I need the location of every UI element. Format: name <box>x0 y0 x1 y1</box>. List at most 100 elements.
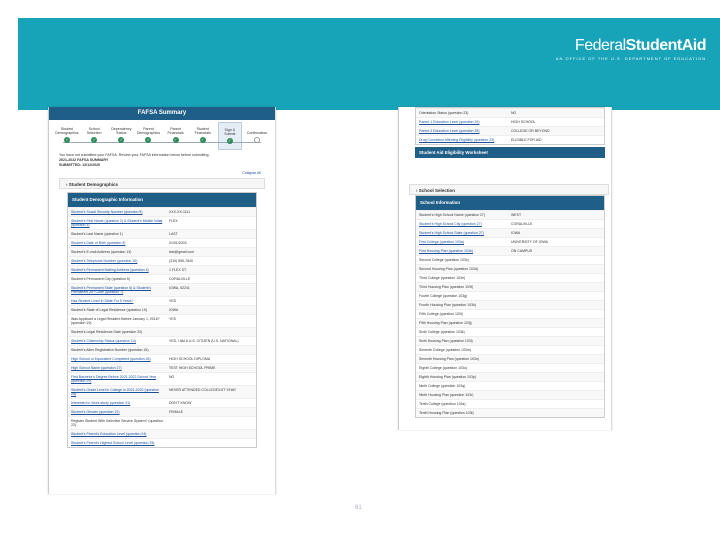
question-link[interactable]: Student's Parent's Education Level (ques… <box>68 430 166 438</box>
eligibility-rows: Orientation Status (question 23) NO Parent… <box>415 107 605 145</box>
answer-value: IOWA <box>511 231 521 235</box>
answer-value: UNIVERSITY OF IOWA <box>511 240 548 244</box>
table-row: Fifth Housing Plan (question 103j) <box>416 318 604 327</box>
question-link[interactable]: Student's Social Security Number (questi… <box>68 208 166 216</box>
question-label: Ninth Housing Plan (question 103r) <box>419 393 474 397</box>
question-label: Seventh Housing Plan (question 103n) <box>419 357 479 361</box>
question-link[interactable]: Student's Date of Birth (question 9) <box>68 239 166 247</box>
answer-value <box>508 328 604 336</box>
question-link[interactable]: Student's Telephone Number (question 10) <box>68 257 166 265</box>
progress-step[interactable]: Parent Demographics ✓ <box>136 122 160 150</box>
question-link[interactable]: Student's Permanent State (question 6) &… <box>68 284 166 296</box>
question-label: Student's Legal Residence Date (question… <box>71 330 143 334</box>
answer-value: DON'T KNOW <box>169 401 192 405</box>
check-icon: ✓ <box>118 137 125 143</box>
check-icon: ✓ <box>64 137 70 143</box>
table-row: Was Applicant a Legal Resident Before Ja… <box>68 314 256 327</box>
question-link[interactable]: Drug Conviction Affecting Eligibility (q… <box>416 136 508 144</box>
progress-step[interactable]: Dependency Status ✓ <box>109 122 133 150</box>
table-row: Tenth College (question 103s) <box>416 399 604 408</box>
question-link[interactable]: First College (question 103a) <box>416 238 508 246</box>
question-link[interactable]: Has Student Lived In State For 5 Years? <box>68 297 166 305</box>
table-row: Orientation Status (question 23) NO <box>416 108 604 117</box>
question-link[interactable]: Student's Grade Level in College in 2021… <box>68 386 166 398</box>
progress-step[interactable]: Parent Financials ✓ <box>164 122 188 150</box>
table-row: Sixth Housing Plan (question 103l) <box>416 336 604 345</box>
answer-value: NEVER ATTENDED COLLEGE/1ST YEAR <box>169 388 236 392</box>
student-demographic-table-title: Student Demographic Information <box>68 193 256 207</box>
fafsa-summary-title: FAFSA Summary <box>49 107 275 120</box>
progress-step-label: Sign & Submit <box>224 128 236 136</box>
answer-value: ELIGIBLE FOR AID <box>511 138 542 142</box>
question-link[interactable]: Student's First Name (question 2) & Stud… <box>68 217 166 229</box>
table-row: Third College (question 103e) <box>416 273 604 282</box>
table-row: Ninth Housing Plan (question 103r) <box>416 390 604 399</box>
question-label: Second Housing Plan (question 103d) <box>419 267 478 271</box>
table-row: Sixth College (question 103k) <box>416 327 604 336</box>
table-row: Student's Permanent Mailing Address (que… <box>68 265 256 274</box>
table-row: Student's High School State (question 27… <box>416 228 604 237</box>
question-link[interactable]: Student's High School City (question 27) <box>416 220 508 228</box>
question-label: Tenth College (question 103s) <box>419 402 466 406</box>
answer-value <box>508 355 604 363</box>
question-link[interactable]: Student's Permanent Mailing Address (que… <box>68 266 166 274</box>
table-row: Student's Citizenship Status (question 1… <box>68 336 256 345</box>
question-label: Third College (question 103e) <box>419 276 466 280</box>
table-row: Eighth College (question 103o) <box>416 363 604 372</box>
question-link[interactable]: Parent 1 Education Level (question 24) <box>416 118 508 126</box>
answer-value <box>508 409 604 417</box>
progress-step[interactable]: School Selection ✓ <box>82 122 106 150</box>
progress-step[interactable]: Confirmation <box>245 122 269 150</box>
question-label: Eighth Housing Plan (question 103p) <box>419 375 477 379</box>
question-link[interactable]: Student's Gender (question 21) <box>68 408 166 416</box>
question-link[interactable]: Interested in Work-study (question 31) <box>68 399 166 407</box>
table-row: Ninth College (question 103q) <box>416 381 604 390</box>
question-link[interactable]: High School or Equivalent Completed (que… <box>68 355 166 363</box>
table-row: First Housing Plan (question 103b) ON CAM… <box>416 246 604 255</box>
table-row: Student's State of Legal Residence (ques… <box>68 305 256 314</box>
check-icon: ✓ <box>226 138 233 144</box>
answer-value <box>508 364 604 372</box>
answer-value: (319) 555-7840 <box>169 259 193 263</box>
progress-step[interactable]: Student Demographics ✓ <box>55 122 79 150</box>
question-label: Ninth College (question 103q) <box>419 384 466 388</box>
answer-value <box>508 319 604 327</box>
question-link[interactable]: Student's Citizenship Status (question 1… <box>68 337 166 345</box>
section-school-selection[interactable]: › School Selection <box>409 184 609 195</box>
empty-circle-icon <box>253 137 260 143</box>
table-row: Student's Social Security Number (questi… <box>68 207 256 216</box>
answer-value <box>508 256 604 264</box>
question-link[interactable]: Student's High School State (question 27… <box>416 229 508 237</box>
question-link[interactable]: Parent 2 Education Level (question 25) <box>416 127 508 135</box>
question-label: Eighth College (question 103o) <box>419 366 468 370</box>
table-row: Student's Parent's Education Level (ques… <box>68 429 256 438</box>
table-row: Student's Alien Registration Number (que… <box>68 345 256 354</box>
page-number: 61 <box>355 505 362 511</box>
federal-student-aid-logo: FederalStudentAid AN OFFICE OF THE U.S. … <box>556 38 707 62</box>
question-link[interactable]: Student's Parent's Highest School Level … <box>68 439 166 447</box>
question-link[interactable]: High School Name (question 27) <box>68 364 166 372</box>
section-student-demographics[interactable]: › Student Demographics <box>59 178 265 189</box>
table-row: Student's Legal Residence Date (question… <box>68 327 256 336</box>
table-row: Parent 2 Education Level (question 25) CO… <box>416 126 604 135</box>
answer-value <box>508 373 604 381</box>
question-label: Orientation Status (question 23) <box>419 111 469 115</box>
question-label: Second College (question 103c) <box>419 258 469 262</box>
progress-step[interactable]: Sign & Submit ✓ <box>217 122 242 150</box>
answer-value: ON CAMPUS <box>511 249 533 253</box>
school-information-table: School Information Student's High School… <box>415 195 605 418</box>
question-link[interactable]: First Housing Plan (question 103b) <box>416 247 508 255</box>
answer-value: HIGH SCHOOL <box>511 120 536 124</box>
table-row: Student's E-mail Address (question 13) te… <box>68 247 256 256</box>
question-link[interactable]: First Bachelor's Degree Before 2021-2022… <box>68 373 166 385</box>
table-row: Fifth College (question 103i) <box>416 309 604 318</box>
progress-step[interactable]: Student Financials ✓ <box>191 122 215 150</box>
table-row: Student's Gender (question 21) FEMALE <box>68 407 256 416</box>
answer-value: LAST <box>169 232 178 236</box>
section-student-demographics-label: Student Demographics <box>68 182 119 187</box>
table-row: Student's Grade Level in College in 2021… <box>68 385 256 398</box>
collapse-all-link[interactable]: Collapse All <box>49 171 275 175</box>
answer-value <box>166 346 256 354</box>
answer-value: YES <box>169 299 177 303</box>
answer-value <box>508 391 604 399</box>
